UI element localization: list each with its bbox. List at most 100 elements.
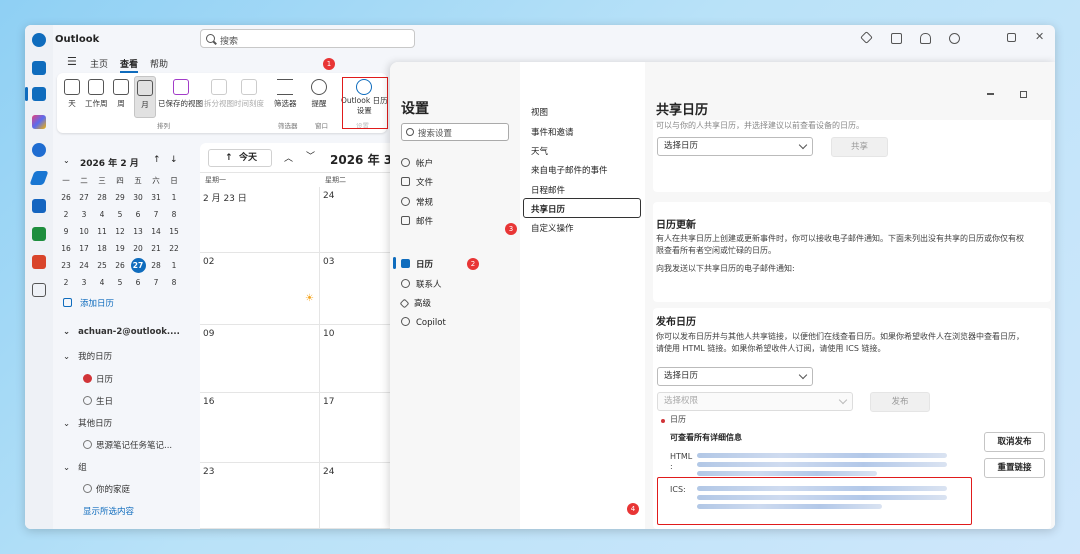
copilot-icon[interactable] — [32, 115, 46, 129]
mini-day[interactable]: 23 — [57, 257, 75, 274]
mini-day[interactable]: 28 — [147, 257, 165, 274]
mini-day[interactable]: 31 — [147, 189, 165, 206]
prev-icon[interactable]: ︿ — [284, 151, 293, 164]
calendar-day-cell[interactable]: 23 — [200, 463, 320, 529]
mini-day[interactable]: 17 — [75, 240, 93, 257]
mini-day[interactable]: 14 — [147, 223, 165, 240]
settings-nav-advanced[interactable]: 高级 — [399, 297, 431, 309]
mini-day[interactable]: 16 — [57, 240, 75, 257]
search-input[interactable]: 搜索 — [200, 29, 415, 48]
mini-day[interactable]: 8 — [165, 274, 183, 291]
publish-select-calendar[interactable]: 选择日历 — [657, 367, 813, 386]
account-row[interactable]: ⌄ achuan-2@outlook.... — [63, 327, 180, 337]
mini-day[interactable]: 3 — [75, 206, 93, 223]
subnav-schedule-mail[interactable]: 日程邮件 — [531, 184, 565, 196]
mini-day[interactable]: 22 — [165, 240, 183, 257]
premium-diamond-icon[interactable] — [860, 31, 873, 44]
excel-icon[interactable] — [32, 227, 46, 241]
mini-day[interactable]: 8 — [165, 206, 183, 223]
calendar-day-cell[interactable]: 02 — [200, 253, 320, 325]
subnav-email-events[interactable]: 来自电子邮件的事件 — [531, 164, 608, 176]
mini-day[interactable]: 19 — [111, 240, 129, 257]
calendar-day-cell[interactable]: 2 月 23 日 — [200, 187, 320, 253]
calendar-icon[interactable] — [32, 87, 46, 101]
settings-nav-account[interactable]: 帐户 — [401, 157, 433, 169]
mini-day[interactable]: 21 — [147, 240, 165, 257]
tab-help[interactable]: 帮助 — [150, 57, 168, 70]
mini-day[interactable]: 30 — [129, 189, 147, 206]
settings-search-input[interactable]: 搜索设置 — [401, 123, 509, 141]
mini-day[interactable]: 5 — [111, 206, 129, 223]
filter-button[interactable]: 筛选器 — [274, 79, 297, 109]
settings-nav-calendar[interactable]: 日历 — [401, 258, 433, 270]
mini-day[interactable]: 1 — [165, 189, 183, 206]
restore-window-icon[interactable] — [1007, 33, 1016, 42]
settings-nav-files[interactable]: 文件 — [401, 176, 433, 188]
mini-day[interactable]: 26 — [57, 189, 75, 206]
mini-day[interactable]: 12 — [111, 223, 129, 240]
powerpoint-icon[interactable] — [32, 255, 46, 269]
show-selected-link[interactable]: 显示所选内容 — [83, 505, 134, 517]
subnav-shared-calendars[interactable]: 共享日历 — [531, 203, 565, 215]
apps-icon[interactable] — [32, 283, 46, 297]
collapse-chevron-icon[interactable]: ⌄ — [63, 156, 70, 165]
close-window-icon[interactable]: ✕ — [1035, 30, 1044, 43]
calendar-day-cell[interactable]: 16 — [200, 393, 320, 463]
mini-day[interactable]: 20 — [129, 240, 147, 257]
other-calendars-row[interactable]: ⌄ 其他日历 — [63, 417, 112, 429]
subnav-weather[interactable]: 天气 — [531, 145, 548, 157]
family-row[interactable]: 你的家庭 — [83, 483, 130, 495]
people-icon[interactable] — [32, 143, 46, 157]
hamburger-icon[interactable]: ☰ — [67, 55, 77, 68]
mini-day[interactable]: 15 — [165, 223, 183, 240]
subnav-custom-actions[interactable]: 自定义操作 — [531, 222, 574, 234]
mini-day[interactable]: 7 — [147, 274, 165, 291]
settings-nav-copilot[interactable]: Copilot — [401, 317, 446, 328]
group-row[interactable]: ⌄ 组 — [63, 461, 87, 473]
next-icon[interactable]: ﹀ — [306, 149, 315, 162]
mini-day[interactable]: 26 — [111, 257, 129, 274]
mini-day[interactable]: 5 — [111, 274, 129, 291]
todo-icon[interactable] — [29, 171, 49, 185]
mini-day[interactable]: 29 — [111, 189, 129, 206]
mini-day[interactable]: 24 — [75, 257, 93, 274]
birthday-checkbox-row[interactable]: 生日 — [83, 395, 113, 407]
calendar-day-cell[interactable]: 09 — [200, 325, 320, 393]
mini-day[interactable]: 2 — [57, 274, 75, 291]
mini-day[interactable]: 11 — [93, 223, 111, 240]
mini-day[interactable]: 18 — [93, 240, 111, 257]
bell-icon[interactable] — [920, 33, 931, 44]
feedback-icon[interactable] — [891, 33, 902, 44]
unpublish-button[interactable]: 取消发布 — [984, 432, 1045, 452]
mini-day[interactable]: 10 — [75, 223, 93, 240]
gear-icon[interactable] — [949, 33, 960, 44]
maximize-dialog-icon[interactable] — [1020, 91, 1027, 98]
tab-view[interactable]: 查看 — [120, 57, 138, 70]
saved-views-button[interactable]: 已保存的视图 — [158, 79, 203, 109]
html-link-blurred[interactable] — [697, 453, 947, 458]
week-view-button[interactable]: 周 — [113, 79, 129, 109]
settings-nav-contacts[interactable]: 联系人 — [401, 278, 442, 290]
subnav-events[interactable]: 事件和邀请 — [531, 126, 574, 138]
mail-icon[interactable] — [32, 61, 46, 75]
word-icon[interactable] — [32, 199, 46, 213]
other-item-row[interactable]: 思源笔记任务笔记... — [83, 439, 172, 451]
mini-day[interactable]: 3 — [75, 274, 93, 291]
mini-day[interactable]: 4 — [93, 274, 111, 291]
month-view-button[interactable]: 月 — [134, 76, 156, 118]
mini-day-today[interactable]: 27 — [130, 258, 146, 273]
day-view-button[interactable]: 天 — [64, 79, 80, 109]
settings-nav-general[interactable]: 常规 — [401, 196, 433, 208]
minimize-dialog-icon[interactable] — [987, 93, 994, 95]
settings-nav-mail[interactable]: 邮件 — [401, 215, 433, 227]
mini-day[interactable]: 4 — [93, 206, 111, 223]
tab-home[interactable]: 主页 — [90, 57, 108, 70]
mini-day[interactable]: 6 — [129, 206, 147, 223]
share-select-calendar[interactable]: 选择日历 — [657, 137, 813, 156]
add-calendar-link[interactable]: 添加日历 — [63, 297, 114, 309]
prev-month-icon[interactable]: ↑ — [153, 155, 161, 165]
work-week-button[interactable]: 工作周 — [85, 79, 108, 109]
calendar-checkbox-row[interactable]: 日历 — [83, 373, 113, 385]
mini-day[interactable]: 7 — [147, 206, 165, 223]
my-calendars-row[interactable]: ⌄ 我的日历 — [63, 350, 112, 362]
